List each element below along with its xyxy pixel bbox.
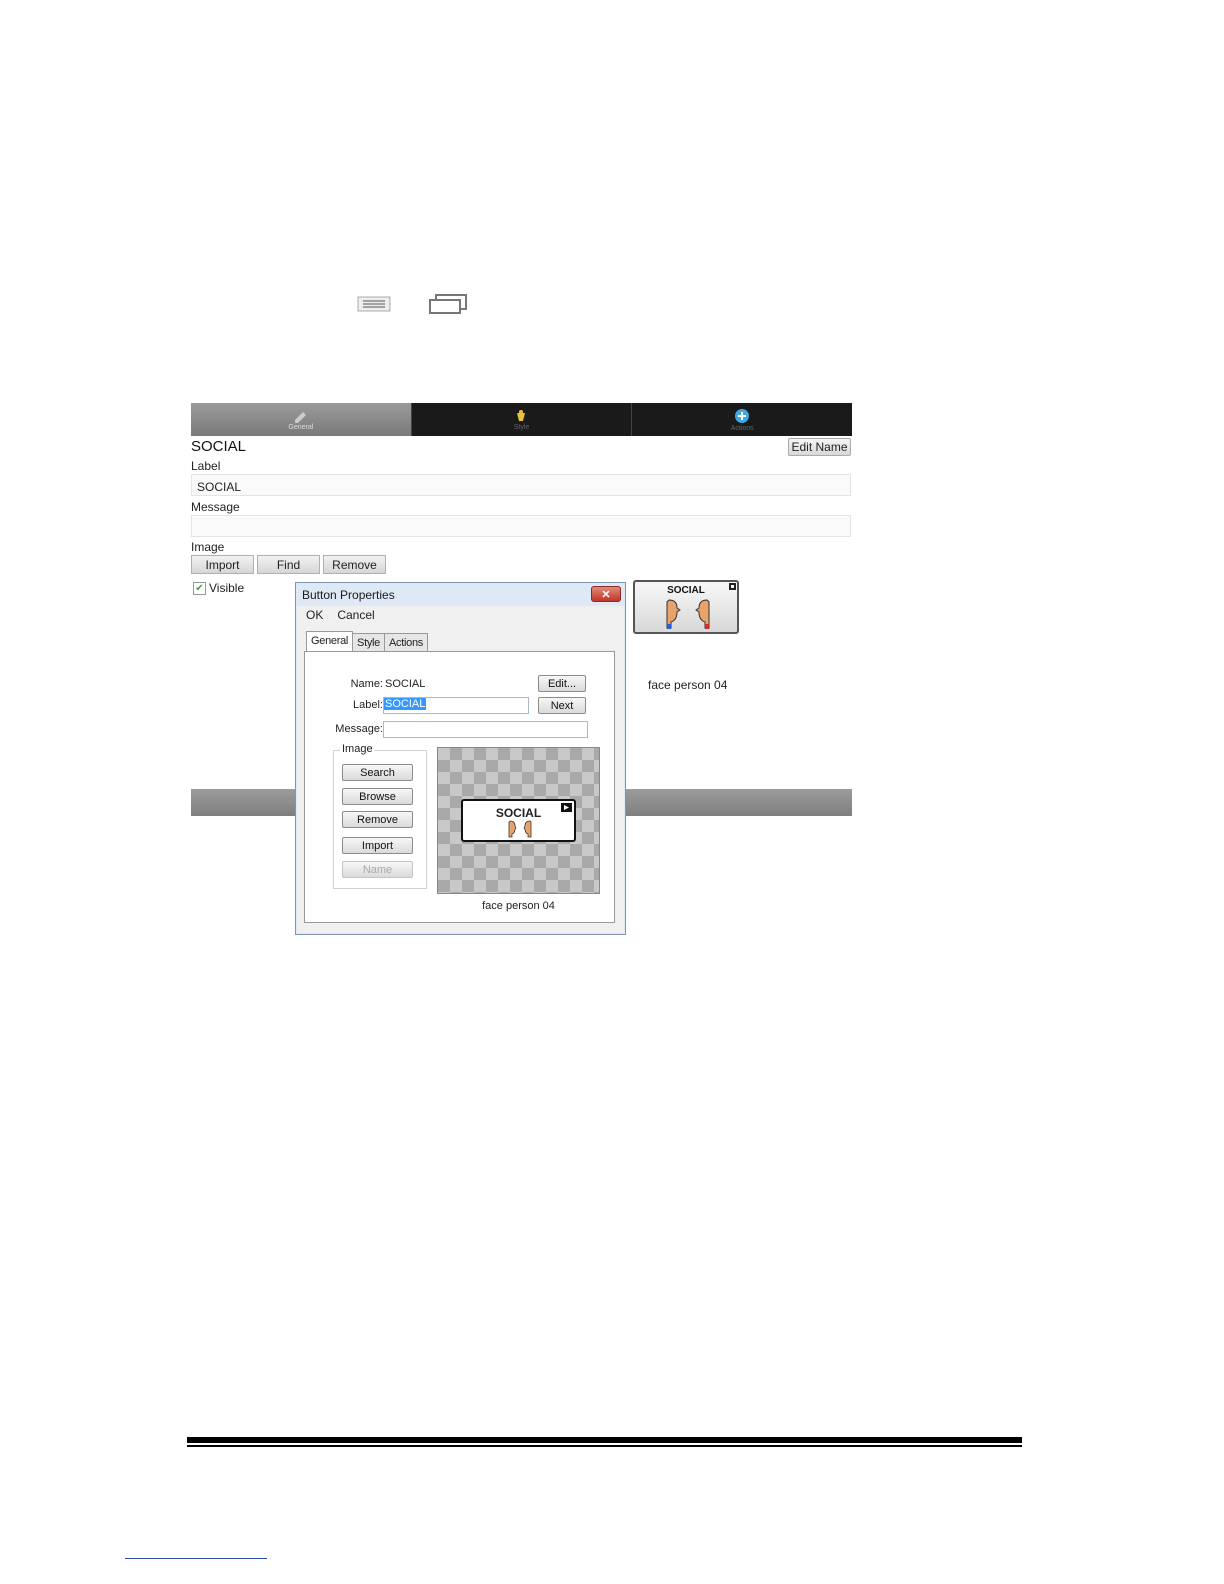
tab-general-label: General (288, 423, 314, 431)
tab-actions-label: Actions (730, 424, 754, 432)
close-icon[interactable]: ✕ (591, 586, 621, 602)
page-rule-thin (187, 1445, 1022, 1447)
tab-actions[interactable]: Actions (632, 403, 852, 436)
pencil-icon (294, 411, 306, 423)
label-field-selection: SOCIAL (384, 698, 427, 710)
face-person-icon (508, 820, 532, 838)
label-field[interactable]: SOCIAL (383, 697, 529, 714)
recent-apps-icon[interactable] (428, 293, 468, 315)
tab-style[interactable]: Style (412, 403, 633, 436)
image-group: Image Search Browse Remove Import Name (333, 743, 427, 889)
visible-checkbox[interactable]: ✔ (193, 581, 206, 595)
tab-style-label: Style (513, 423, 530, 431)
editor-tab-bar: General Style Actions (191, 403, 852, 436)
corner-arrow-icon (561, 803, 572, 812)
name-button[interactable]: Name (342, 861, 413, 878)
image-name-caption: face person 04 (648, 678, 728, 692)
ok-menu-item[interactable]: OK (306, 608, 323, 622)
name-value: SOCIAL (385, 678, 426, 690)
dialog-body: OK Cancel General Style Actions Name: SO… (297, 606, 624, 933)
plus-circle-icon (735, 408, 750, 423)
visible-label: Visible (209, 581, 245, 595)
page-rule-thick (187, 1437, 1022, 1443)
import-button[interactable]: Import (191, 555, 254, 574)
label-label: Label: (353, 699, 383, 711)
browse-button[interactable]: Browse (342, 788, 413, 805)
search-button[interactable]: Search (342, 764, 413, 781)
dialog-general-panel: Name: SOCIAL Edit... Label: SOCIAL Next … (304, 651, 615, 923)
image-preview-box: SOCIAL (437, 747, 600, 894)
dialog-tab-general[interactable]: General (306, 631, 354, 652)
tab-general[interactable]: General (191, 403, 412, 436)
dialog-title: Button Properties (302, 588, 395, 602)
message-field[interactable] (383, 721, 588, 738)
message-input[interactable] (191, 515, 851, 537)
paint-bucket-icon (516, 409, 525, 421)
message-caption: Message (191, 500, 240, 514)
image-preview-label: SOCIAL (495, 806, 542, 820)
face-person-icon (666, 599, 710, 629)
button-name-title: SOCIAL (191, 438, 247, 455)
edit-name-button[interactable]: Edit Name (788, 438, 851, 456)
label-input[interactable]: SOCIAL (191, 474, 851, 496)
button-preview: SOCIAL (633, 580, 739, 634)
edit-button[interactable]: Edit... (538, 675, 586, 692)
button-properties-dialog: Button Properties ✕ OK Cancel General St… (295, 582, 626, 935)
dialog-menu: OK Cancel (306, 608, 375, 622)
message-label: Message: (335, 723, 383, 735)
menu-icon[interactable] (357, 296, 391, 312)
button-preview-label: SOCIAL (667, 585, 705, 596)
name-label: Name: (350, 678, 383, 690)
remove-button[interactable]: Remove (323, 555, 386, 574)
dialog-import-button[interactable]: Import (342, 837, 413, 854)
find-button[interactable]: Find (257, 555, 320, 574)
dialog-image-caption: face person 04 (482, 900, 555, 912)
image-button-row: Import Find Remove (191, 555, 386, 574)
image-caption: Image (191, 540, 225, 554)
image-group-label: Image (340, 743, 375, 755)
visible-toggle[interactable]: ✔ Visible (193, 581, 244, 595)
corner-arrow-icon (729, 583, 736, 590)
dialog-remove-button[interactable]: Remove (342, 811, 413, 828)
image-preview-card: SOCIAL (461, 799, 576, 842)
label-caption: Label (191, 459, 221, 473)
next-button[interactable]: Next (538, 697, 586, 714)
cancel-menu-item[interactable]: Cancel (337, 608, 374, 622)
footnote-separator (125, 1558, 267, 1559)
